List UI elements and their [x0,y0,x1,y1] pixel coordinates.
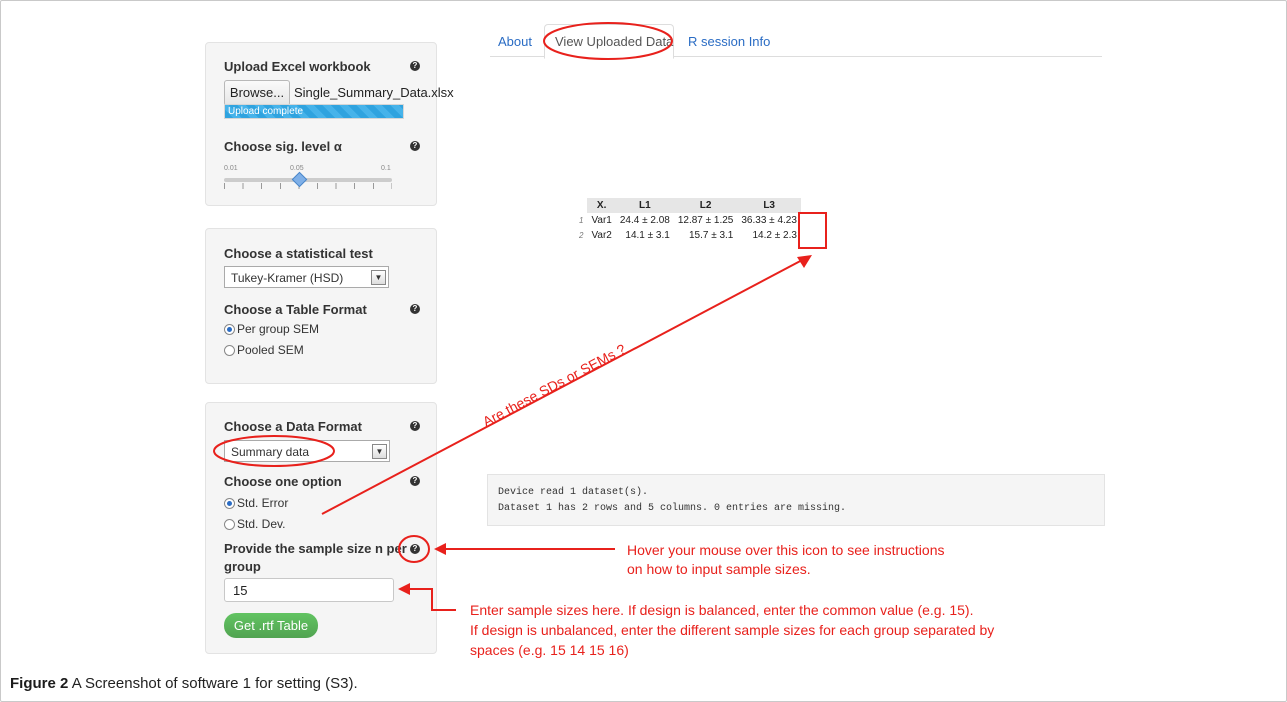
upload-progress-bar: Upload complete [224,104,404,119]
figure-caption: Figure 2 A Screenshot of software 1 for … [10,675,358,692]
browse-button[interactable]: Browse... [224,80,290,106]
slider-value-label: 0.05 [290,165,304,172]
slider-min-label: 0.01 [224,165,238,172]
table-cell: 14.1 ± 3.1 [625,230,670,241]
tab-about[interactable]: About [498,34,532,49]
sample-size-title-2: group [224,559,261,574]
test-select-value: Tukey-Kramer (HSD) [231,271,344,285]
radio-pooled-sem[interactable] [224,345,235,356]
tab-r-session-info[interactable]: R session Info [688,34,770,49]
upload-title: Upload Excel workbook [224,59,371,74]
radio-label: Pooled SEM [237,343,304,357]
sample-size-title: Provide the sample size n per [224,541,407,556]
table-header-cell: L2 [673,198,738,213]
tab-view-uploaded-data[interactable]: View Uploaded Data [555,34,673,49]
enter-annotation-1: Enter sample sizes here. If design is ba… [470,602,974,618]
chevron-down-icon: ▼ [372,444,387,459]
radio-label: Std. Dev. [237,517,286,531]
help-icon[interactable]: ? [410,476,420,486]
slider-max-label: 0.1 [381,165,391,172]
table-row: 1 Var1 24.4 ± 2.08 12.87 ± 1.25 36.33 ± … [575,213,801,228]
chevron-down-icon: ▼ [371,270,386,285]
table-cell: Var2 [591,230,612,241]
option-title: Choose one option [224,474,342,489]
uploaded-data-table: X. L1 L2 L3 1 Var1 24.4 ± 2.08 12.87 ± 1… [575,198,801,243]
console-line: Device read 1 dataset(s). [498,487,649,498]
hover-annotation-1: Hover your mouse over this icon to see i… [627,542,945,558]
table-cell: 12.87 ± 1.25 [677,215,734,226]
sig-level-title: Choose sig. level α [224,139,342,154]
caption-label: Figure 2 [10,675,69,692]
data-format-select-value: Summary data [231,445,310,459]
help-icon[interactable]: ? [410,421,420,431]
console-output: Device read 1 dataset(s). Dataset 1 has … [487,474,1105,526]
table-format-title: Choose a Table Format [224,302,367,317]
radio-std-dev[interactable] [224,519,235,530]
table-cell: Var1 [591,215,612,226]
sample-size-input[interactable]: 15 [224,578,394,602]
table-cell: 36.33 ± 4.23 [741,215,797,226]
test-select[interactable]: Tukey-Kramer (HSD) ▼ [224,266,389,288]
radio-std-error[interactable] [224,498,235,509]
radio-label: Per group SEM [237,322,320,336]
table-cell: 14.2 ± 2.3 [752,230,797,241]
table-header-cell: L3 [737,198,801,213]
slider-ticks [224,183,392,189]
console-line: Dataset 1 has 2 rows and 5 columns. 0 en… [498,503,847,514]
uploaded-filename: Single_Summary_Data.xlsx [294,85,454,100]
get-rtf-table-button[interactable]: Get .rtf Table [224,613,318,638]
table-cell: 24.4 ± 2.08 [619,215,670,226]
enter-annotation-2: If design is unbalanced, enter the diffe… [470,622,995,638]
table-header-row: X. L1 L2 L3 [575,198,801,213]
hover-annotation-2: on how to input sample sizes. [627,561,811,577]
slider-track[interactable] [224,178,392,182]
figure-frame [0,0,1287,702]
radio-label: Std. Error [237,496,289,510]
data-format-select[interactable]: Summary data ▼ [224,440,390,462]
help-icon[interactable]: ? [410,304,420,314]
row-index: 2 [579,231,584,240]
enter-annotation-3: spaces (e.g. 15 14 15 16) [470,642,629,658]
help-icon[interactable]: ? [410,141,420,151]
radio-per-group-sem[interactable] [224,324,235,335]
data-format-title: Choose a Data Format [224,419,362,434]
help-icon[interactable]: ? [410,61,420,71]
table-header-cell: L1 [615,198,674,213]
sample-size-help-icon[interactable]: ? [410,544,420,554]
caption-text: A Screenshot of software 1 for setting (… [68,675,358,692]
progress-text: Upload complete [228,106,304,117]
row-index: 1 [579,216,584,225]
table-cell: 15.7 ± 3.1 [688,230,734,241]
test-title: Choose a statistical test [224,246,373,261]
table-header-cell: X. [587,198,616,213]
table-row: 2 Var2 14.1 ± 3.1 15.7 ± 3.1 14.2 ± 2.3 [575,228,801,243]
table-header-blank [575,198,588,213]
